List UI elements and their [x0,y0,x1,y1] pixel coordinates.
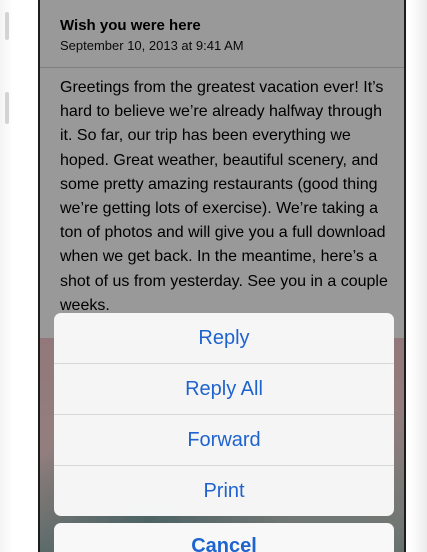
action-sheet: Reply Reply All Forward Print [54,313,394,516]
volume-up-button [5,12,9,40]
phone-screen: Wish you were here September 10, 2013 at… [38,0,406,552]
reply-all-button[interactable]: Reply All [54,364,394,415]
print-button[interactable]: Print [54,466,394,516]
volume-down-button [5,92,9,124]
reply-button[interactable]: Reply [54,313,394,364]
cancel-button[interactable]: Cancel [54,523,394,552]
forward-button[interactable]: Forward [54,415,394,466]
